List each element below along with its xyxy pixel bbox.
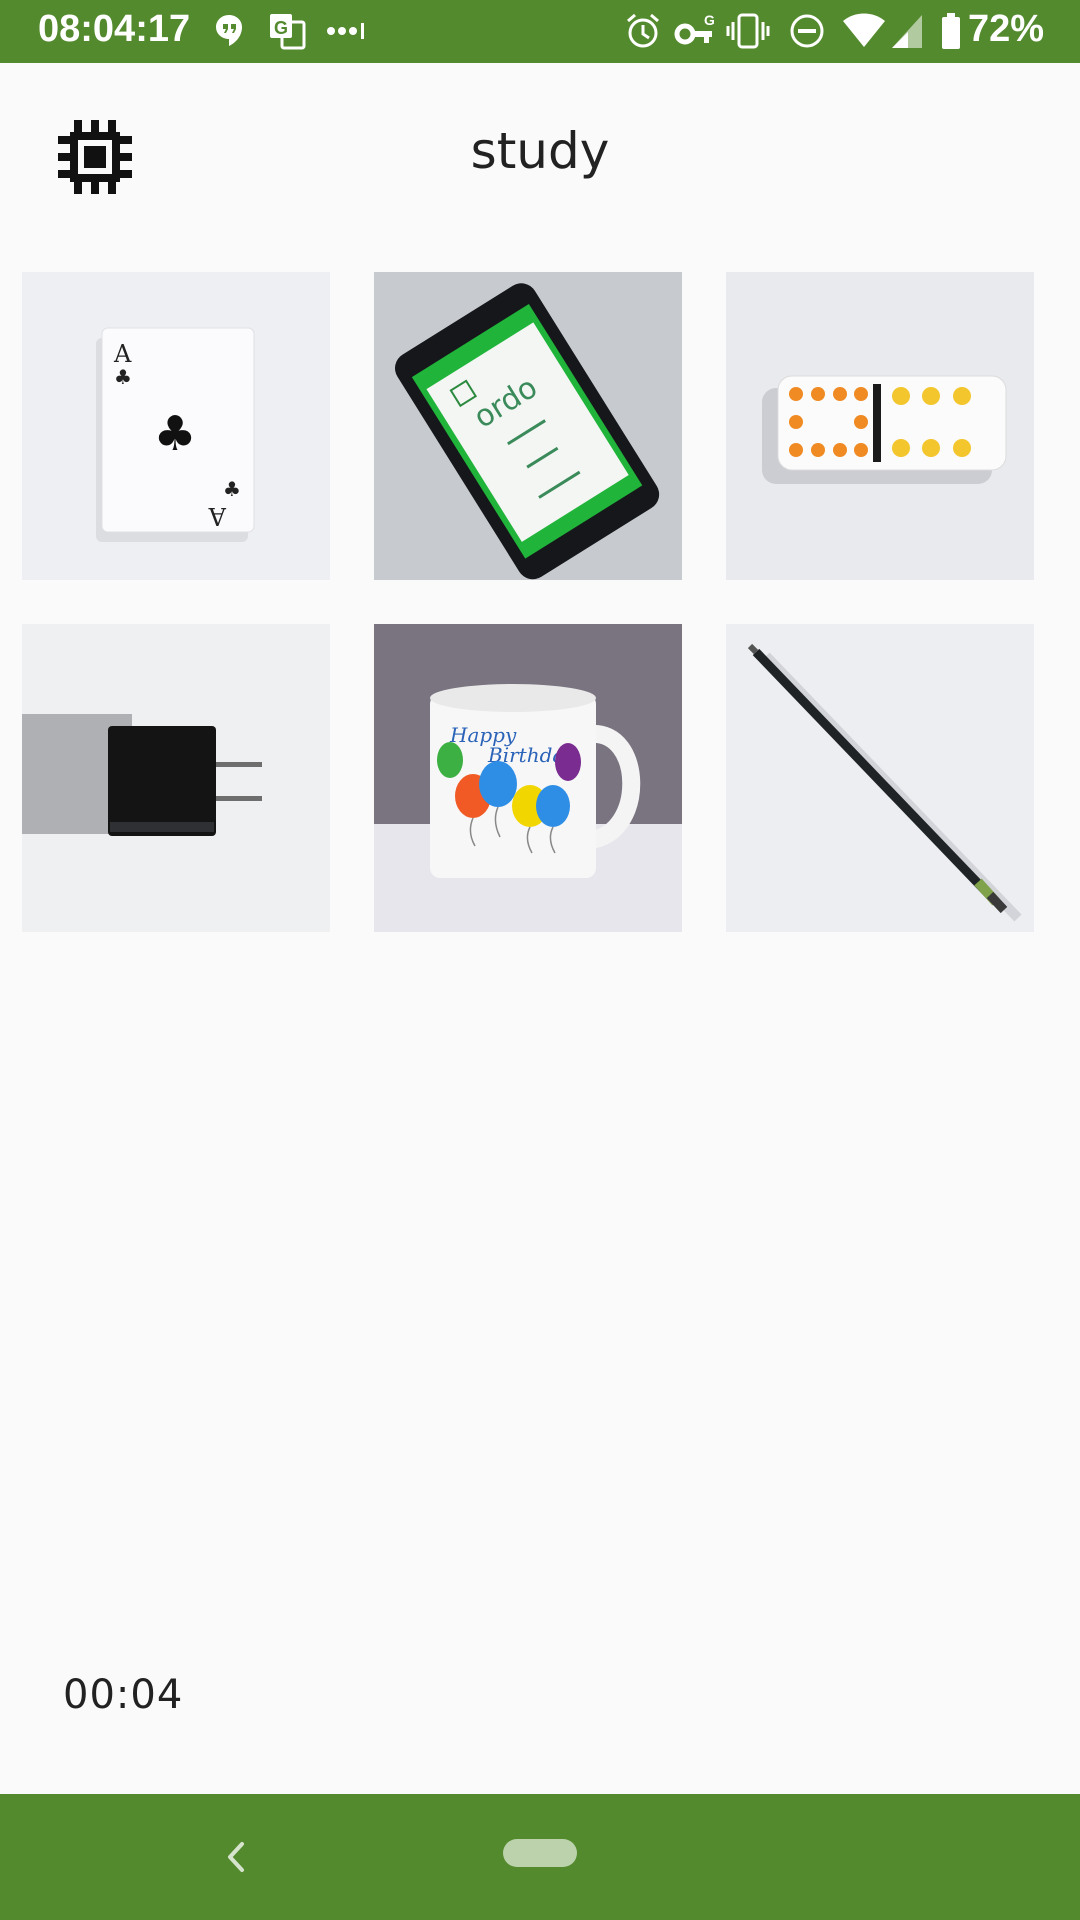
image-tile-mug[interactable]: Happy Birthday [374,624,682,932]
svg-text:G: G [704,12,714,28]
power-adapter-image [22,624,330,932]
image-tile-domino[interactable] [726,272,1034,580]
wifi-icon [843,13,885,47]
navigation-bar [0,1794,1080,1920]
svg-text:♣: ♣ [223,477,241,501]
vpn-key-icon: G [674,12,714,45]
translate-icon: G [270,14,306,50]
svg-text:♣: ♣ [114,365,132,389]
image-tile-pencil[interactable] [726,624,1034,932]
card-rank-bottom: A [208,502,227,530]
page-title: study [470,122,610,180]
battery-percentage: 72% [967,8,1044,50]
dnd-icon [790,14,824,48]
signal-icon [892,15,922,48]
svg-text:G: G [274,18,288,38]
vibrate-icon [726,13,770,49]
back-icon[interactable] [214,1832,254,1882]
battery-icon [942,13,960,49]
image-tile-power-adapter[interactable] [22,624,330,932]
birthday-mug-image: Happy Birthday [374,624,682,932]
hangouts-icon [216,15,242,46]
image-tile-smartphone[interactable]: ordo [374,272,682,580]
svg-text:♣: ♣ [153,406,196,462]
elapsed-timer: 00:04 [63,1672,184,1718]
alarm-icon [627,13,659,48]
more-dots-icon [327,23,364,39]
status-bar: 08:04:17 G G 72% [0,0,1080,63]
status-time: 08:04:17 [38,8,191,50]
playing-card-image: A ♣ ♣ ♣ A [22,272,330,580]
pencil-image [726,624,1034,932]
domino-image [726,272,1034,580]
home-pill[interactable] [503,1839,577,1867]
card-rank-top: A [113,340,132,368]
smartphone-image: ordo [374,272,682,580]
image-tile-playing-card[interactable]: A ♣ ♣ ♣ A [22,272,330,580]
